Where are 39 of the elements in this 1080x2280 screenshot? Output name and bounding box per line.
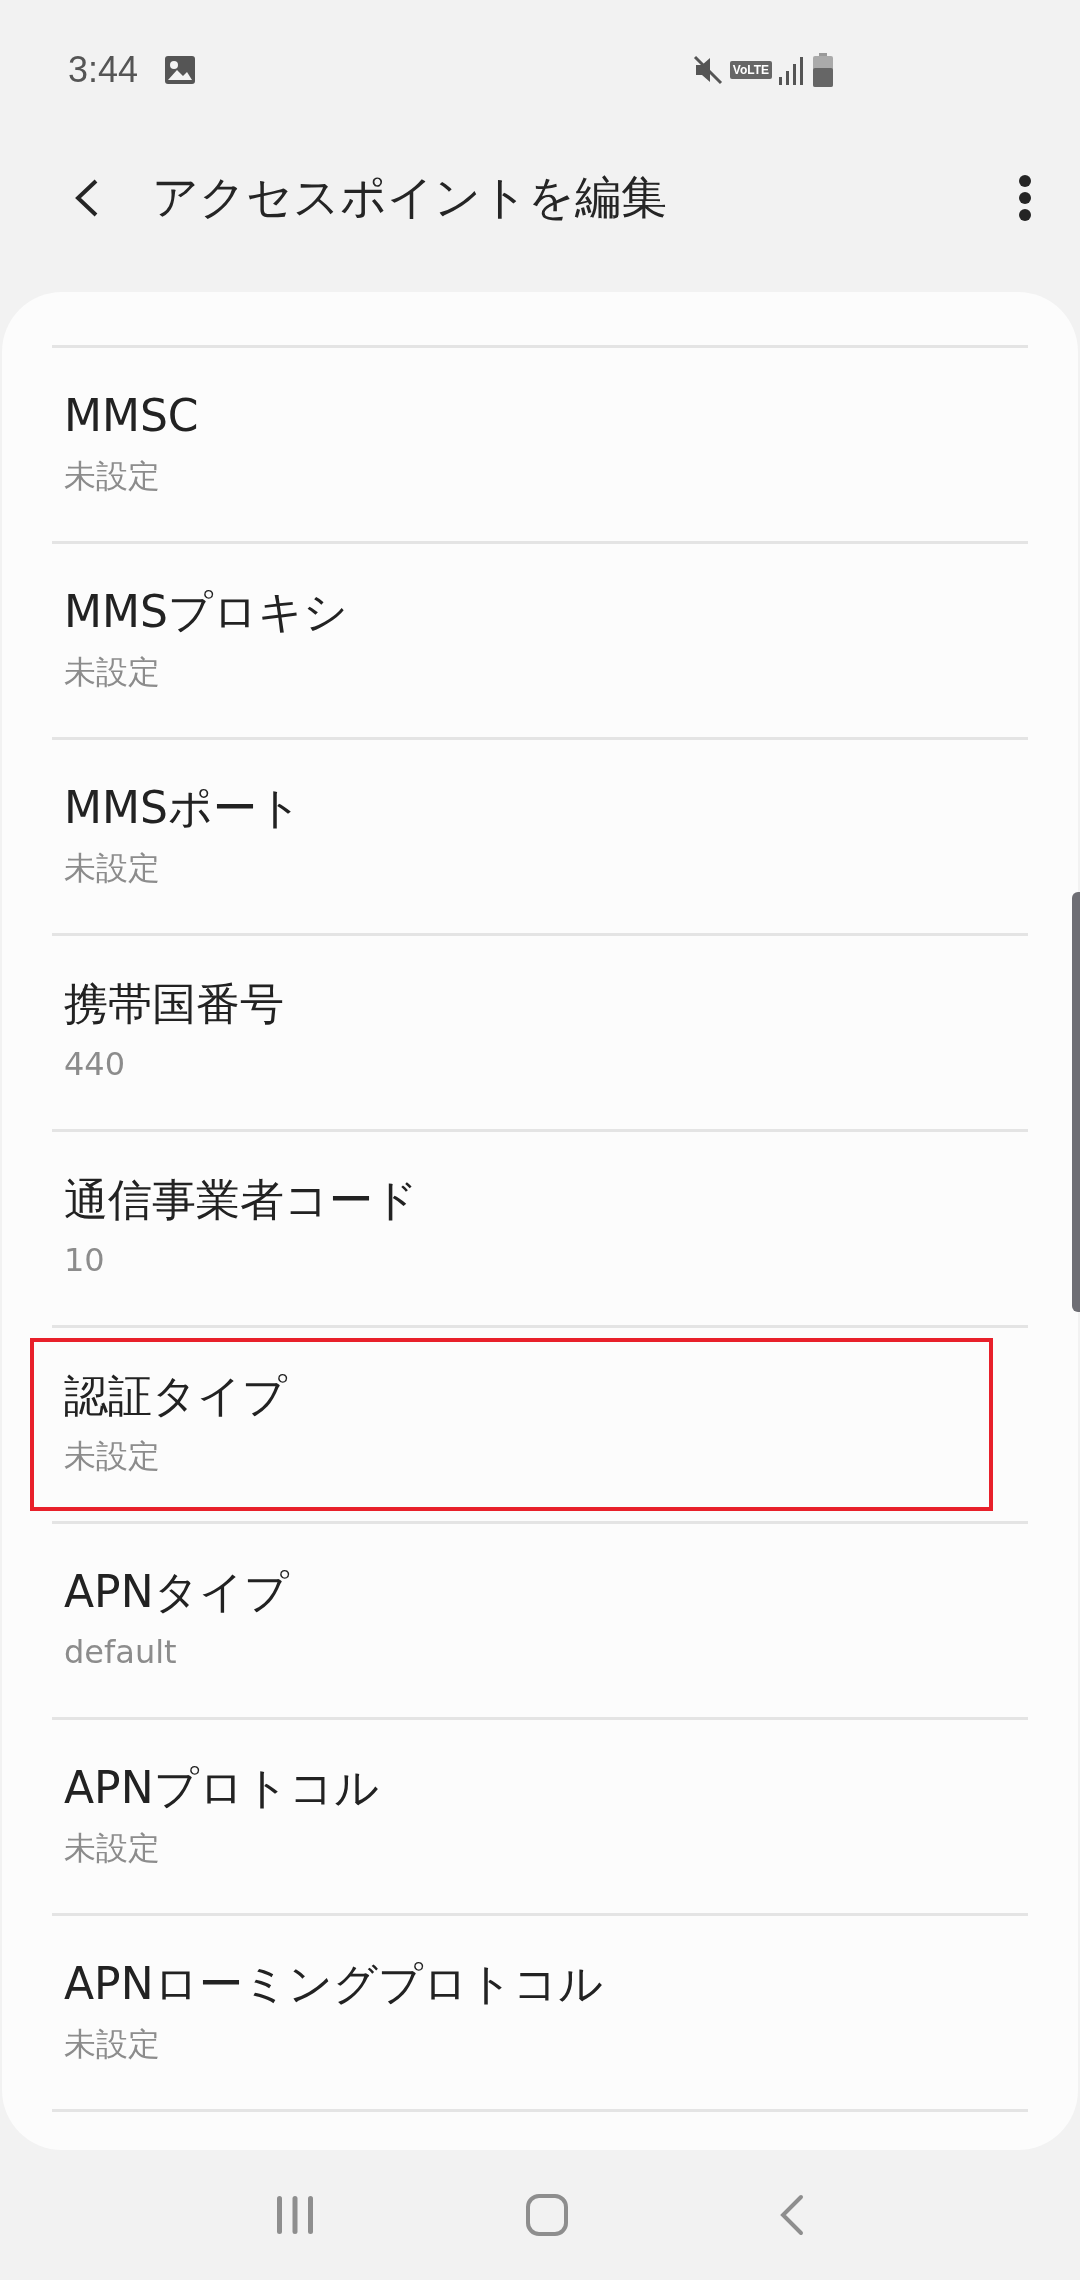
status-time: 3:44: [68, 49, 139, 91]
setting-title: 認証タイプ: [64, 1369, 287, 1423]
settings-item[interactable]: 通信事業者コード 10: [52, 1129, 1028, 1325]
setting-title: APNローミングプロトコル: [64, 1957, 603, 2011]
setting-value: 未設定: [64, 2024, 160, 2065]
setting-title: 通信事業者コード: [64, 1173, 418, 1227]
setting-title: MMSC: [64, 389, 199, 443]
setting-title: MMSプロキシ: [64, 585, 348, 639]
settings-item[interactable]: APNローミングプロトコル 未設定: [52, 1913, 1028, 2109]
volte-indicator: VoLTE: [729, 61, 772, 79]
settings-item[interactable]: MMSC 未設定: [52, 345, 1028, 541]
page-title: アクセスポイントを編集: [152, 169, 668, 226]
settings-item[interactable]: MMSポート 未設定: [52, 737, 1028, 933]
setting-value: 未設定: [64, 1436, 160, 1477]
image-icon: [164, 55, 197, 85]
back-icon: [74, 178, 100, 218]
setting-title: APNプロトコル: [64, 1761, 379, 1815]
setting-title: MMSポート: [64, 781, 302, 835]
recent-apps-icon: [275, 2194, 315, 2236]
settings-item[interactable]: 認証タイプ 未設定: [52, 1325, 1028, 1521]
setting-title: 携帯国番号: [64, 977, 284, 1031]
setting-value: 440: [64, 1044, 126, 1085]
setting-value: 10: [64, 1240, 105, 1281]
setting-value: 未設定: [64, 652, 160, 693]
setting-value: 未設定: [64, 1828, 160, 1869]
mute-icon: [691, 54, 724, 86]
setting-value: 未設定: [64, 848, 160, 889]
home-icon: [525, 2193, 569, 2237]
settings-item[interactable]: APNプロトコル 未設定: [52, 1717, 1028, 1913]
back-icon: [779, 2194, 805, 2236]
battery-icon: [812, 53, 834, 87]
signal-icon: [778, 55, 806, 85]
setting-value: 未設定: [64, 456, 160, 497]
setting-value: default: [64, 1632, 177, 1673]
setting-title: APNタイプ: [64, 1565, 289, 1619]
settings-item[interactable]: MMSプロキシ 未設定: [52, 541, 1028, 737]
more-icon: [1018, 174, 1032, 222]
settings-item[interactable]: 携帯国番号 440: [52, 933, 1028, 1129]
settings-item[interactable]: APNタイプ default: [52, 1521, 1028, 1717]
